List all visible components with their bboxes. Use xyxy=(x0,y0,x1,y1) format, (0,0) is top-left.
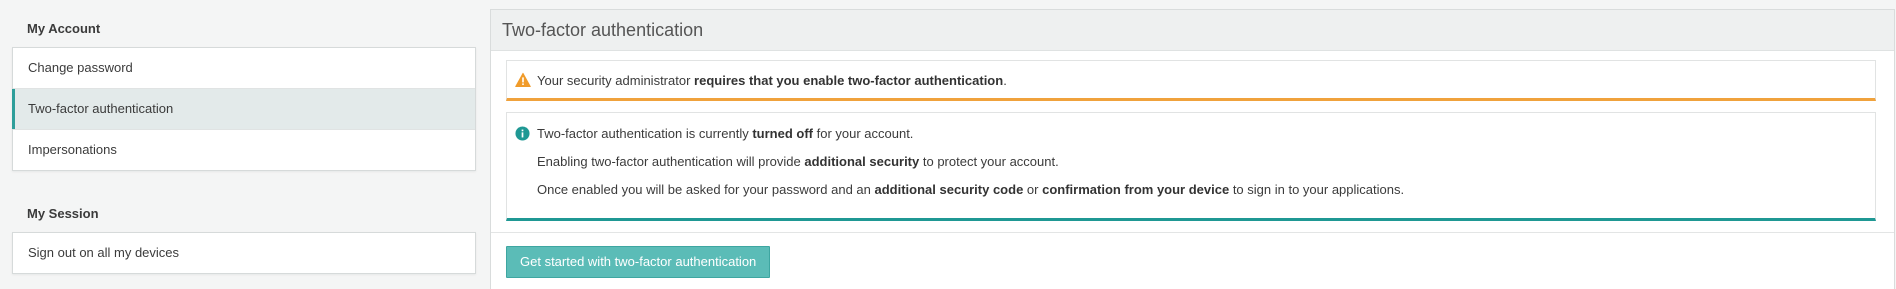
info-line2-start: Enabling two-factor authentication will … xyxy=(537,154,805,169)
info-status-line: Two-factor authentication is currently t… xyxy=(537,126,913,141)
warning-alert: Your security administrator requires tha… xyxy=(506,60,1876,101)
info-line3-start: Once enabled you will be asked for your … xyxy=(537,182,875,197)
info-line2-bold: additional security xyxy=(804,154,920,169)
account-nav: Change password Two-factor authenticatio… xyxy=(12,47,476,171)
nav-two-factor-authentication[interactable]: Two-factor authentication xyxy=(12,89,475,130)
two-factor-panel: Two-factor authentication Your security … xyxy=(490,9,1895,289)
info-detail-line: Once enabled you will be asked for your … xyxy=(537,182,1404,197)
nav-impersonations[interactable]: Impersonations xyxy=(13,130,475,170)
info-line1-bold: turned off xyxy=(752,126,813,141)
info-line3-end: to sign in to your applications. xyxy=(1229,182,1405,197)
info-line3-bold1: additional security code xyxy=(874,182,1024,197)
info-line1-start: Two-factor authentication is currently xyxy=(537,126,753,141)
warning-text: Your security administrator requires tha… xyxy=(537,73,1007,88)
my-session-heading: My Session xyxy=(27,206,99,221)
panel-divider xyxy=(491,232,1894,233)
info-alert: Two-factor authentication is currently t… xyxy=(506,112,1876,221)
info-line3-bold2: confirmation from your device xyxy=(1042,182,1230,197)
nav-sign-out-all-devices[interactable]: Sign out on all my devices xyxy=(13,233,475,273)
warning-text-start: Your security administrator xyxy=(537,73,695,88)
sidebar: My Account Change password Two-factor au… xyxy=(12,0,476,274)
warning-triangle-icon xyxy=(515,72,531,87)
info-line3-mid: or xyxy=(1023,182,1043,197)
my-account-heading: My Account xyxy=(27,21,101,36)
info-benefit-line: Enabling two-factor authentication will … xyxy=(537,154,1059,169)
warning-text-bold: requires that you enable two-factor auth… xyxy=(694,73,1004,88)
page-title: Two-factor authentication xyxy=(491,10,1894,51)
nav-change-password[interactable]: Change password xyxy=(13,48,475,89)
session-nav: Sign out on all my devices xyxy=(12,232,476,274)
warning-text-end: . xyxy=(1003,73,1007,88)
info-line2-end: to protect your account. xyxy=(919,154,1059,169)
get-started-two-factor-button[interactable]: Get started with two-factor authenticati… xyxy=(506,246,771,278)
info-circle-icon xyxy=(515,126,530,141)
page: My Account Change password Two-factor au… xyxy=(0,0,1896,289)
info-line1-end: for your account. xyxy=(812,126,914,141)
